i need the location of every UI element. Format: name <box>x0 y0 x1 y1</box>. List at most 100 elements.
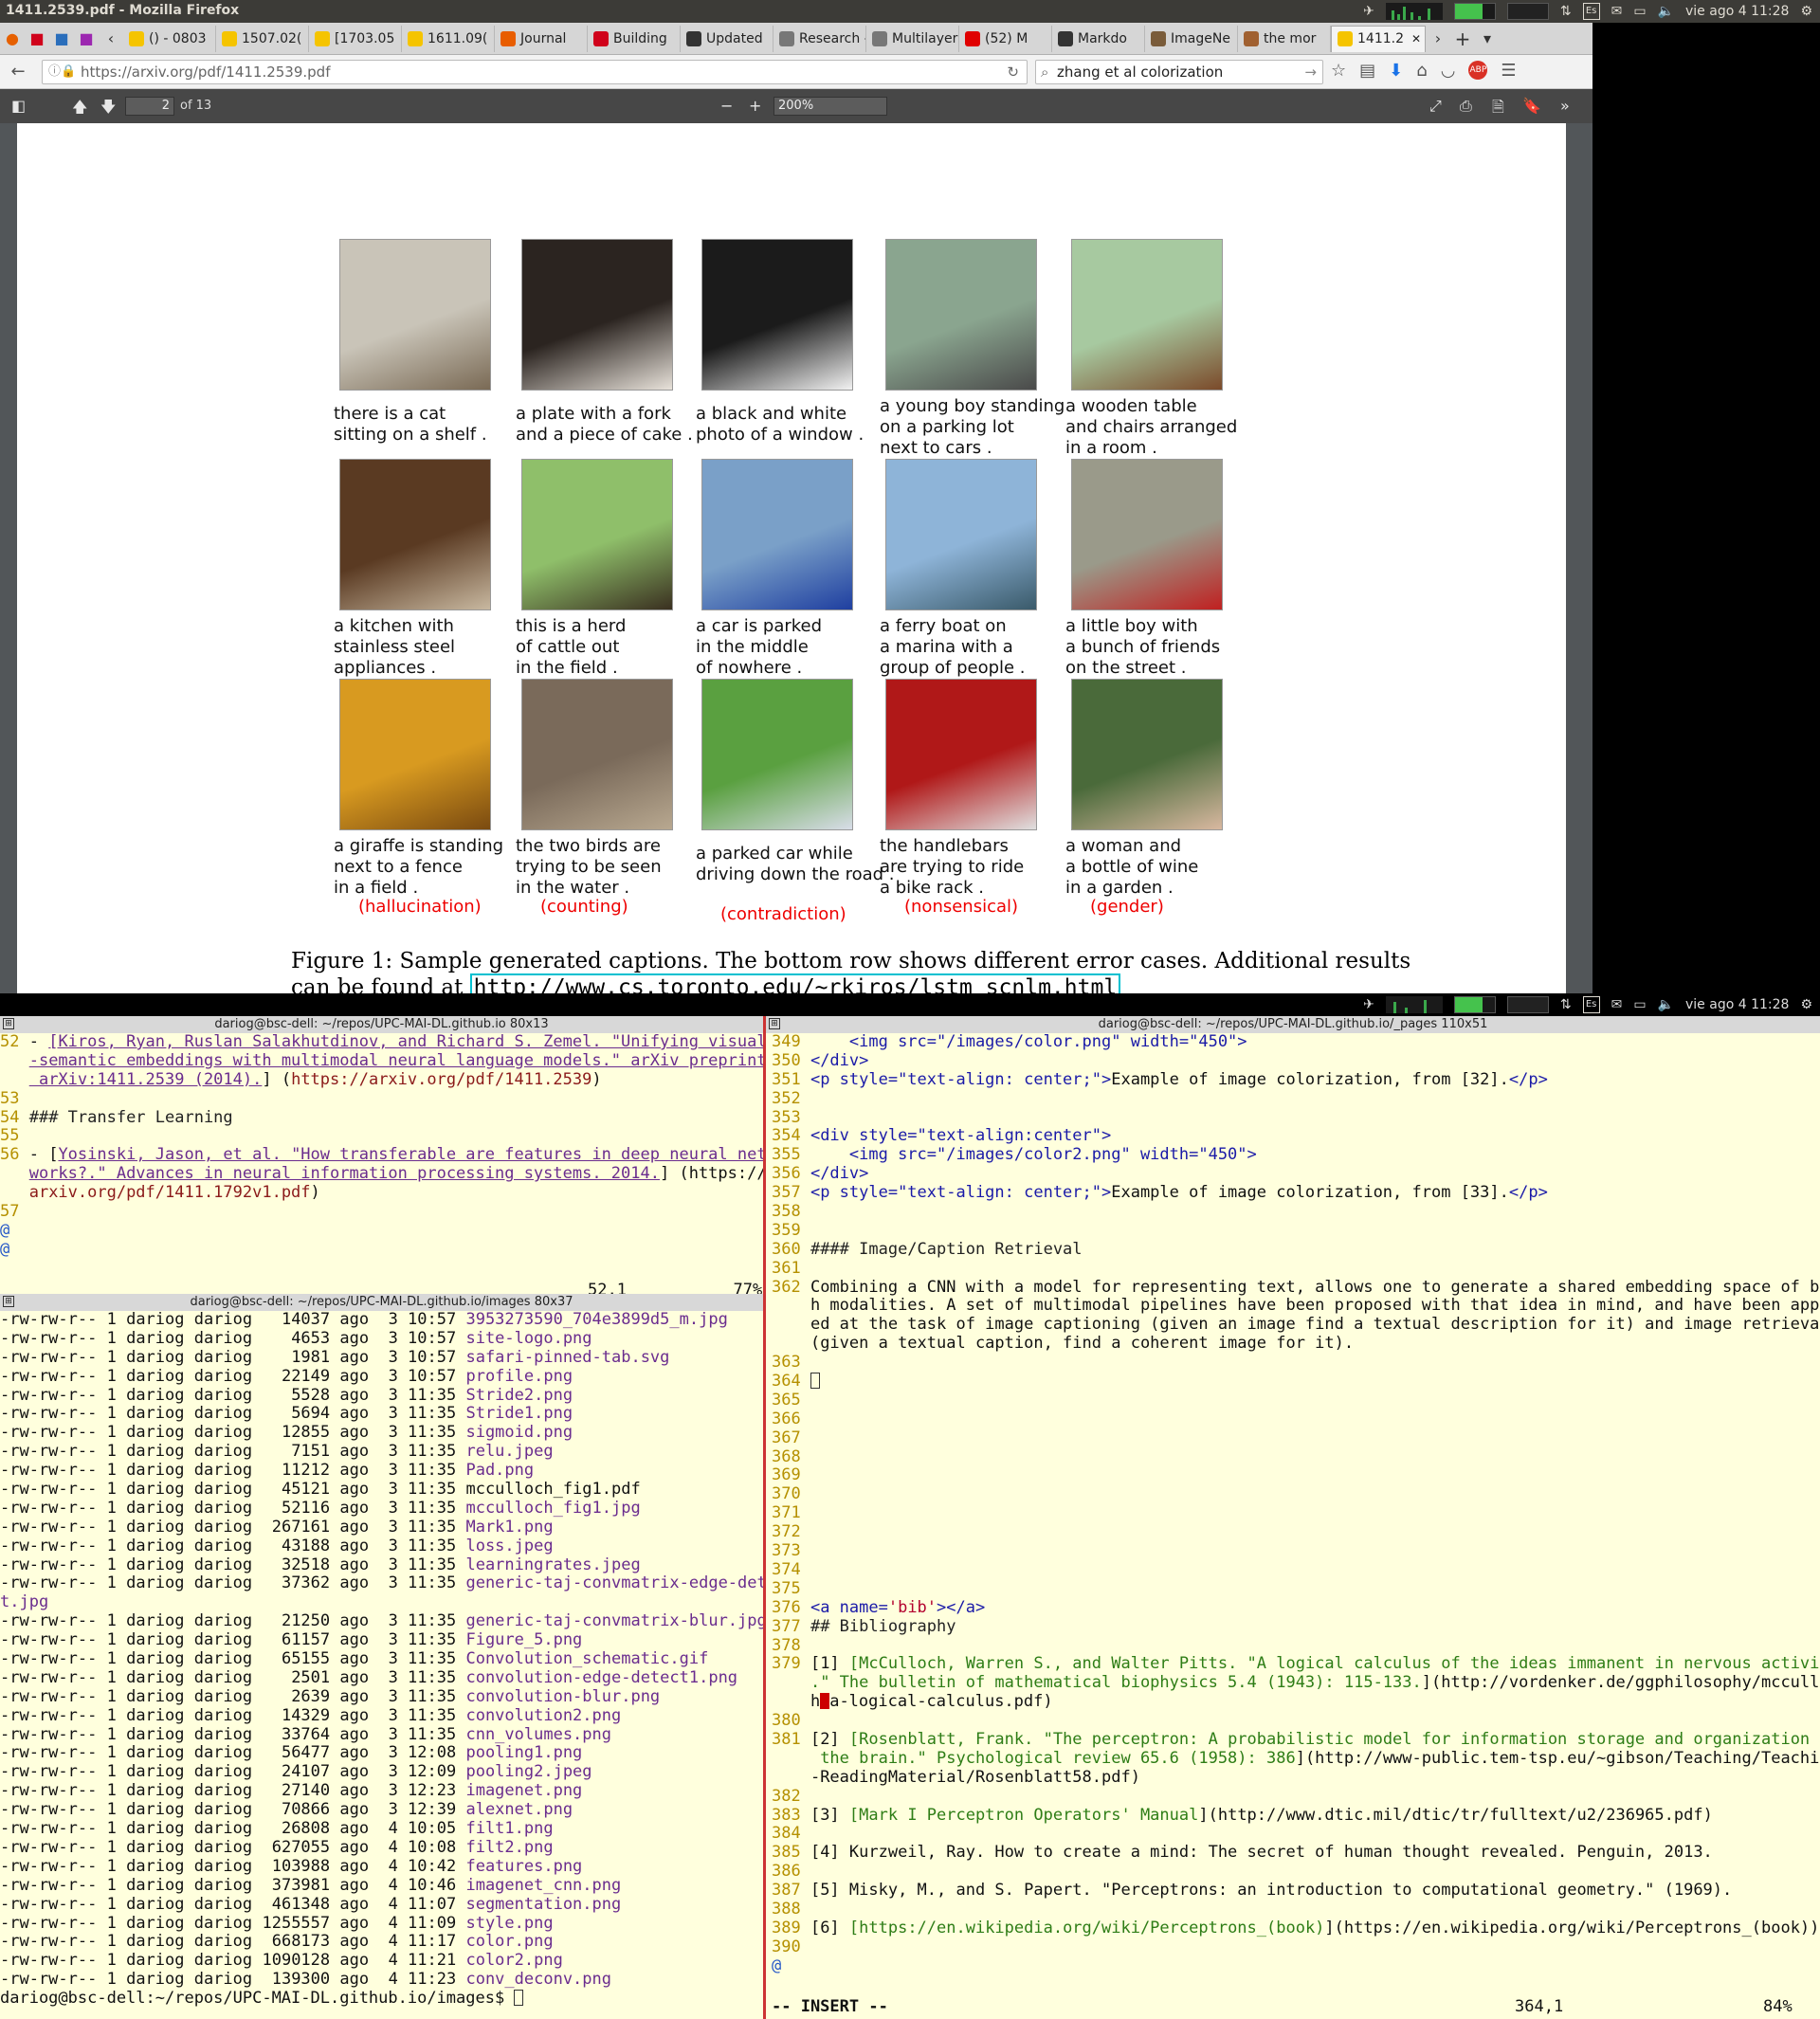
gear-icon[interactable]: ⚙ <box>1800 4 1812 19</box>
bookmark-icon[interactable]: 🔖 <box>1522 97 1541 115</box>
network-meter-icon <box>1506 3 1549 20</box>
browser-tab[interactable]: 1611.09( <box>402 25 495 52</box>
url-bar[interactable]: ⓘ🔒 https://arxiv.org/pdf/1411.2539.pdf ↻ <box>42 60 1028 84</box>
pinned-tab-icon[interactable]: ■ <box>25 29 49 47</box>
clock[interactable]: vie ago 4 11:28 <box>1685 4 1789 19</box>
page-number-input[interactable]: 2 <box>125 97 174 116</box>
zoom-out-icon[interactable]: − <box>720 97 733 115</box>
scroll-tabs-right-icon[interactable]: › <box>1426 29 1450 47</box>
shell-prompt[interactable]: dariog@bsc-dell:~/repos/UPC-MAI-DL.githu… <box>0 1989 763 2009</box>
browser-tab[interactable]: 1411.2 ✕ <box>1331 25 1426 52</box>
pinned-tab-icon[interactable]: ■ <box>74 29 99 47</box>
browser-tab[interactable]: Journal <box>495 25 588 52</box>
tab-favicon-icon <box>500 30 516 46</box>
keyboard-layout[interactable]: Es <box>1582 3 1600 20</box>
battery-icon[interactable]: ▭ <box>1633 997 1646 1012</box>
tab-favicon-icon <box>593 30 609 46</box>
sidebar-toggle-icon[interactable]: ◧ <box>11 97 26 115</box>
pocket-icon[interactable]: ◡ <box>1441 61 1456 81</box>
menu-hamburger-icon[interactable]: ☰ <box>1501 61 1516 81</box>
previous-page-icon[interactable]: 🡅 <box>72 97 87 122</box>
next-page-icon[interactable]: 🡇 <box>100 97 116 122</box>
zoom-in-icon[interactable]: + <box>749 97 761 115</box>
volume-icon[interactable]: 🔈 <box>1658 997 1674 1012</box>
info-lock-icon[interactable]: ⓘ🔒 <box>48 61 76 83</box>
gear-icon[interactable]: ⚙ <box>1800 997 1812 1012</box>
search-input[interactable]: zhang et al colorization <box>1057 64 1223 81</box>
pdf-viewer[interactable]: there is a cat sitting on a shelf . a plat… <box>0 123 1592 993</box>
keyboard-layout[interactable]: Es <box>1582 996 1600 1013</box>
file-owner: 1 dariog dariog <box>106 1536 253 1555</box>
browser-tab[interactable]: () - 0803 <box>123 25 216 52</box>
browser-tab[interactable]: Markdo <box>1052 25 1145 52</box>
home-icon[interactable]: ⌂ <box>1416 61 1427 81</box>
volume-icon[interactable]: 🔈 <box>1658 4 1674 19</box>
browser-tab[interactable]: (52) M <box>959 25 1052 52</box>
terminal-vim[interactable]: ⊞ dariog@bsc-dell: ~/repos/UPC-MAI-DL.git… <box>766 1016 1820 2019</box>
terminal-menu-icon[interactable]: ⊞ <box>3 1296 14 1307</box>
battery-icon[interactable]: ▭ <box>1633 4 1646 19</box>
tab-favicon-icon <box>129 30 144 46</box>
adblock-icon[interactable]: ABP <box>1468 61 1488 80</box>
file-name: generic-taj-convmatrix-edge-dete <box>465 1573 763 1593</box>
transfer-icon[interactable]: ⇅ <box>1560 997 1572 1012</box>
back-icon[interactable]: ← <box>8 62 28 82</box>
tools-icon[interactable]: » <box>1560 97 1570 115</box>
file-permissions: -rw-rw-r-- <box>0 1310 98 1329</box>
file-owner: 1 dariog dariog <box>106 1611 253 1631</box>
caption-sample-image <box>1071 239 1223 391</box>
tab-list-dropdown-icon[interactable]: ▾ <box>1475 29 1500 47</box>
bookmark-star-icon[interactable]: ☆ <box>1331 61 1346 81</box>
reading-list-icon[interactable]: ▤ <box>1359 61 1375 81</box>
scroll-tabs-left-icon[interactable]: ‹ <box>99 29 123 47</box>
zoom-select[interactable]: 200% <box>774 97 887 116</box>
browser-tab[interactable]: ImageNe <box>1145 25 1238 52</box>
terminal-file-list[interactable]: ⊞ dariog@bsc-dell: ~/repos/UPC-MAI-DL.git… <box>0 1294 763 2019</box>
close-tab-icon[interactable]: ✕ <box>1411 32 1421 45</box>
download-icon[interactable]: ⬇ <box>1389 61 1403 81</box>
pinned-tab-icon[interactable]: ■ <box>49 29 74 47</box>
file-size: 4653 <box>291 1328 331 1348</box>
file-size: 5694 <box>291 1404 331 1424</box>
clock[interactable]: vie ago 4 11:28 <box>1685 997 1789 1012</box>
envelope-icon[interactable]: ✉ <box>1611 997 1623 1012</box>
browser-tab[interactable]: 1507.02( <box>216 25 309 52</box>
caption-line: a bottle of wine <box>1065 857 1199 877</box>
browser-tab[interactable]: Multilayer P <box>866 25 959 52</box>
terminal-readme[interactable]: ⊞ dariog@bsc-dell: ~/repos/UPC-MAI-DL.git… <box>0 1016 763 1305</box>
url-text[interactable]: https://arxiv.org/pdf/1411.2539.pdf <box>81 64 331 81</box>
line-text: (given a textual caption, find a coheren… <box>810 1334 1355 1354</box>
save-icon[interactable]: 🗎 <box>1492 97 1504 122</box>
caption-line: and chairs arranged <box>1065 417 1238 437</box>
results-link[interactable]: http://www.cs.toronto.edu/~rkiros/lstm_s… <box>469 973 1121 993</box>
line-text: Yosinski, Jason, et al. "How transferabl… <box>58 1145 763 1165</box>
search-go-icon[interactable]: → <box>1304 61 1317 83</box>
new-tab-icon[interactable]: + <box>1450 27 1475 50</box>
envelope-icon[interactable]: ✉ <box>1611 4 1623 19</box>
browser-tab[interactable]: Building <box>588 25 681 52</box>
transfer-icon[interactable]: ⇅ <box>1560 4 1572 19</box>
mail-tray-icon[interactable]: ✈ <box>1363 4 1374 19</box>
file-owner: 1 dariog dariog <box>106 1819 253 1839</box>
browser-tab[interactable]: Updated <box>681 25 774 52</box>
line-text: ### Transfer Learning <box>28 1107 233 1127</box>
mail-tray-icon[interactable]: ✈ <box>1363 997 1374 1012</box>
line-text: ></a> <box>937 1597 986 1617</box>
file-name: filt2.png <box>465 1837 554 1857</box>
file-name: alexnet.png <box>465 1800 573 1820</box>
line-number: 355 <box>772 1145 810 1165</box>
print-icon[interactable]: ⎙ <box>1460 97 1472 116</box>
terminal-menu-icon[interactable]: ⊞ <box>3 1018 14 1029</box>
firefox-logo-icon[interactable]: ● <box>0 29 25 47</box>
browser-tab[interactable]: the mor <box>1238 25 1331 52</box>
presentation-mode-icon[interactable]: ⤢ <box>1429 97 1442 116</box>
caption-line: next to cars . <box>880 438 992 458</box>
search-bar[interactable]: ⌕ zhang et al colorization → <box>1035 60 1323 84</box>
browser-tab[interactable]: [1703.05 <box>309 25 402 52</box>
line-text: [3] <box>810 1805 849 1825</box>
browser-tab[interactable]: Research – <box>774 25 866 52</box>
line-number: 375 <box>772 1578 801 1598</box>
terminal-menu-icon[interactable]: ⊞ <box>769 1018 780 1029</box>
text-line: 365 <box>772 1391 1820 1410</box>
reload-icon[interactable]: ↻ <box>1007 61 1019 83</box>
